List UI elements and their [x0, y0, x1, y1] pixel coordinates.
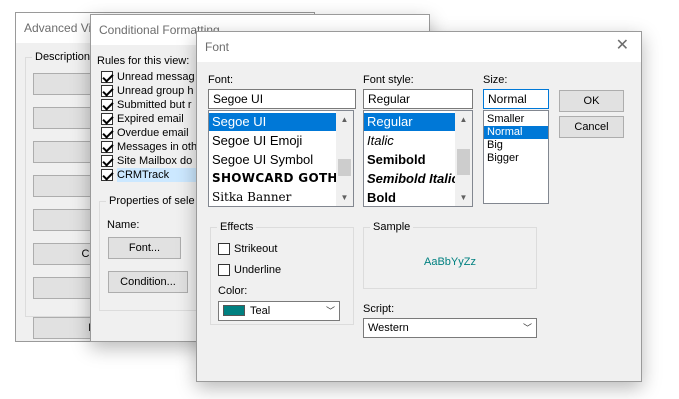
list-item[interactable]: Big — [484, 139, 548, 152]
advanced-view-title: Advanced Vi — [24, 21, 92, 35]
ok-button[interactable]: OK — [559, 90, 624, 112]
list-item[interactable]: Bold — [364, 188, 455, 206]
scroll-up-icon[interactable]: ▲ — [455, 111, 472, 128]
list-item[interactable]: Italic — [364, 131, 455, 150]
rule-checkbox[interactable] — [101, 113, 113, 125]
rule-label: Unread messag — [117, 71, 195, 83]
font-dialog-title: Font — [205, 40, 230, 54]
rules-label: Rules for this view: — [97, 55, 190, 67]
rule-checkbox[interactable] — [101, 85, 113, 97]
scroll-up-icon[interactable]: ▲ — [336, 111, 353, 128]
font-name-list[interactable]: Segoe UI Segoe UI Emoji Segoe UI Symbol … — [208, 110, 354, 207]
scroll-thumb[interactable] — [338, 159, 351, 176]
underline-checkbox[interactable] — [218, 264, 230, 276]
cancel-button[interactable]: Cancel — [559, 116, 624, 138]
list-item[interactable]: Segoe UI Symbol — [209, 150, 336, 169]
list-item[interactable]: Semibold — [364, 150, 455, 169]
list-item[interactable]: SHOWCARD GOTHIC — [209, 169, 336, 188]
script-label: Script: — [363, 303, 395, 315]
scroll-down-icon[interactable]: ▼ — [336, 189, 353, 206]
rule-checkbox[interactable] — [101, 127, 113, 139]
color-value: Teal — [250, 305, 271, 317]
font-name-input[interactable]: Segoe UI — [208, 89, 356, 109]
scroll-thumb[interactable] — [457, 149, 470, 175]
properties-group-label: Properties of sele — [106, 195, 198, 207]
chevron-down-icon: ﹀ — [325, 306, 335, 316]
script-select[interactable]: Western ﹀ — [363, 318, 537, 338]
font-dialog-titlebar[interactable]: Font ✕ — [197, 32, 641, 62]
list-item[interactable]: Smaller — [484, 113, 548, 126]
chevron-down-icon: ﹀ — [522, 323, 532, 333]
style-list-scrollbar[interactable]: ▲ ▼ — [455, 111, 472, 206]
list-item[interactable]: Bigger — [484, 152, 548, 165]
font-dialog: Font ✕ Font: Segoe UI Segoe UI Segoe UI … — [196, 31, 642, 382]
list-item[interactable]: Sitka Banner — [209, 188, 336, 206]
rule-checkbox[interactable] — [101, 71, 113, 83]
font-style-input[interactable]: Regular — [363, 89, 473, 109]
scroll-down-icon[interactable]: ▼ — [455, 189, 472, 206]
list-item[interactable]: Semibold Italic — [364, 169, 455, 188]
list-item[interactable]: Segoe UI Emoji — [209, 131, 336, 150]
color-select[interactable]: Teal ﹀ — [218, 301, 340, 321]
rule-label: Expired email — [117, 113, 184, 125]
color-label: Color: — [218, 285, 248, 297]
rule-checkbox[interactable] — [101, 169, 113, 181]
rule-label: Overdue email — [117, 127, 189, 139]
description-group-label: Description — [32, 51, 94, 63]
close-icon[interactable]: ✕ — [616, 38, 629, 54]
size-list[interactable]: Smaller Normal Big Bigger — [483, 110, 549, 204]
sample-text: AaBbYyZz — [424, 256, 476, 268]
condition-button[interactable]: Condition... — [108, 271, 188, 293]
rule-label: Messages in oth — [117, 141, 198, 153]
rule-checkbox[interactable] — [101, 141, 113, 153]
font-label: Font: — [208, 74, 234, 86]
rule-label: Unread group h — [117, 85, 194, 97]
sample-group-label: Sample — [370, 221, 414, 233]
strikeout-label[interactable]: Strikeout — [234, 243, 277, 255]
color-swatch — [223, 305, 245, 316]
name-label: Name: — [107, 219, 140, 231]
list-item[interactable]: Normal — [484, 126, 548, 139]
script-value: Western — [368, 322, 409, 334]
effects-group-label: Effects — [217, 221, 257, 233]
rule-checkbox[interactable] — [101, 155, 113, 167]
size-input[interactable]: Normal — [483, 89, 549, 109]
size-label: Size: — [483, 74, 508, 86]
font-button[interactable]: Font... — [108, 237, 181, 259]
list-item[interactable]: Regular — [364, 113, 455, 131]
list-item[interactable]: Segoe UI — [209, 113, 336, 131]
rule-label: Site Mailbox do — [117, 155, 193, 167]
font-style-list[interactable]: Regular Italic Semibold Semibold Italic … — [363, 110, 473, 207]
underline-label[interactable]: Underline — [234, 264, 281, 276]
font-style-label: Font style: — [363, 74, 414, 86]
rule-label: Submitted but r — [117, 99, 192, 111]
strikeout-checkbox[interactable] — [218, 243, 230, 255]
rule-checkbox[interactable] — [101, 99, 113, 111]
font-list-scrollbar[interactable]: ▲ ▼ — [336, 111, 353, 206]
